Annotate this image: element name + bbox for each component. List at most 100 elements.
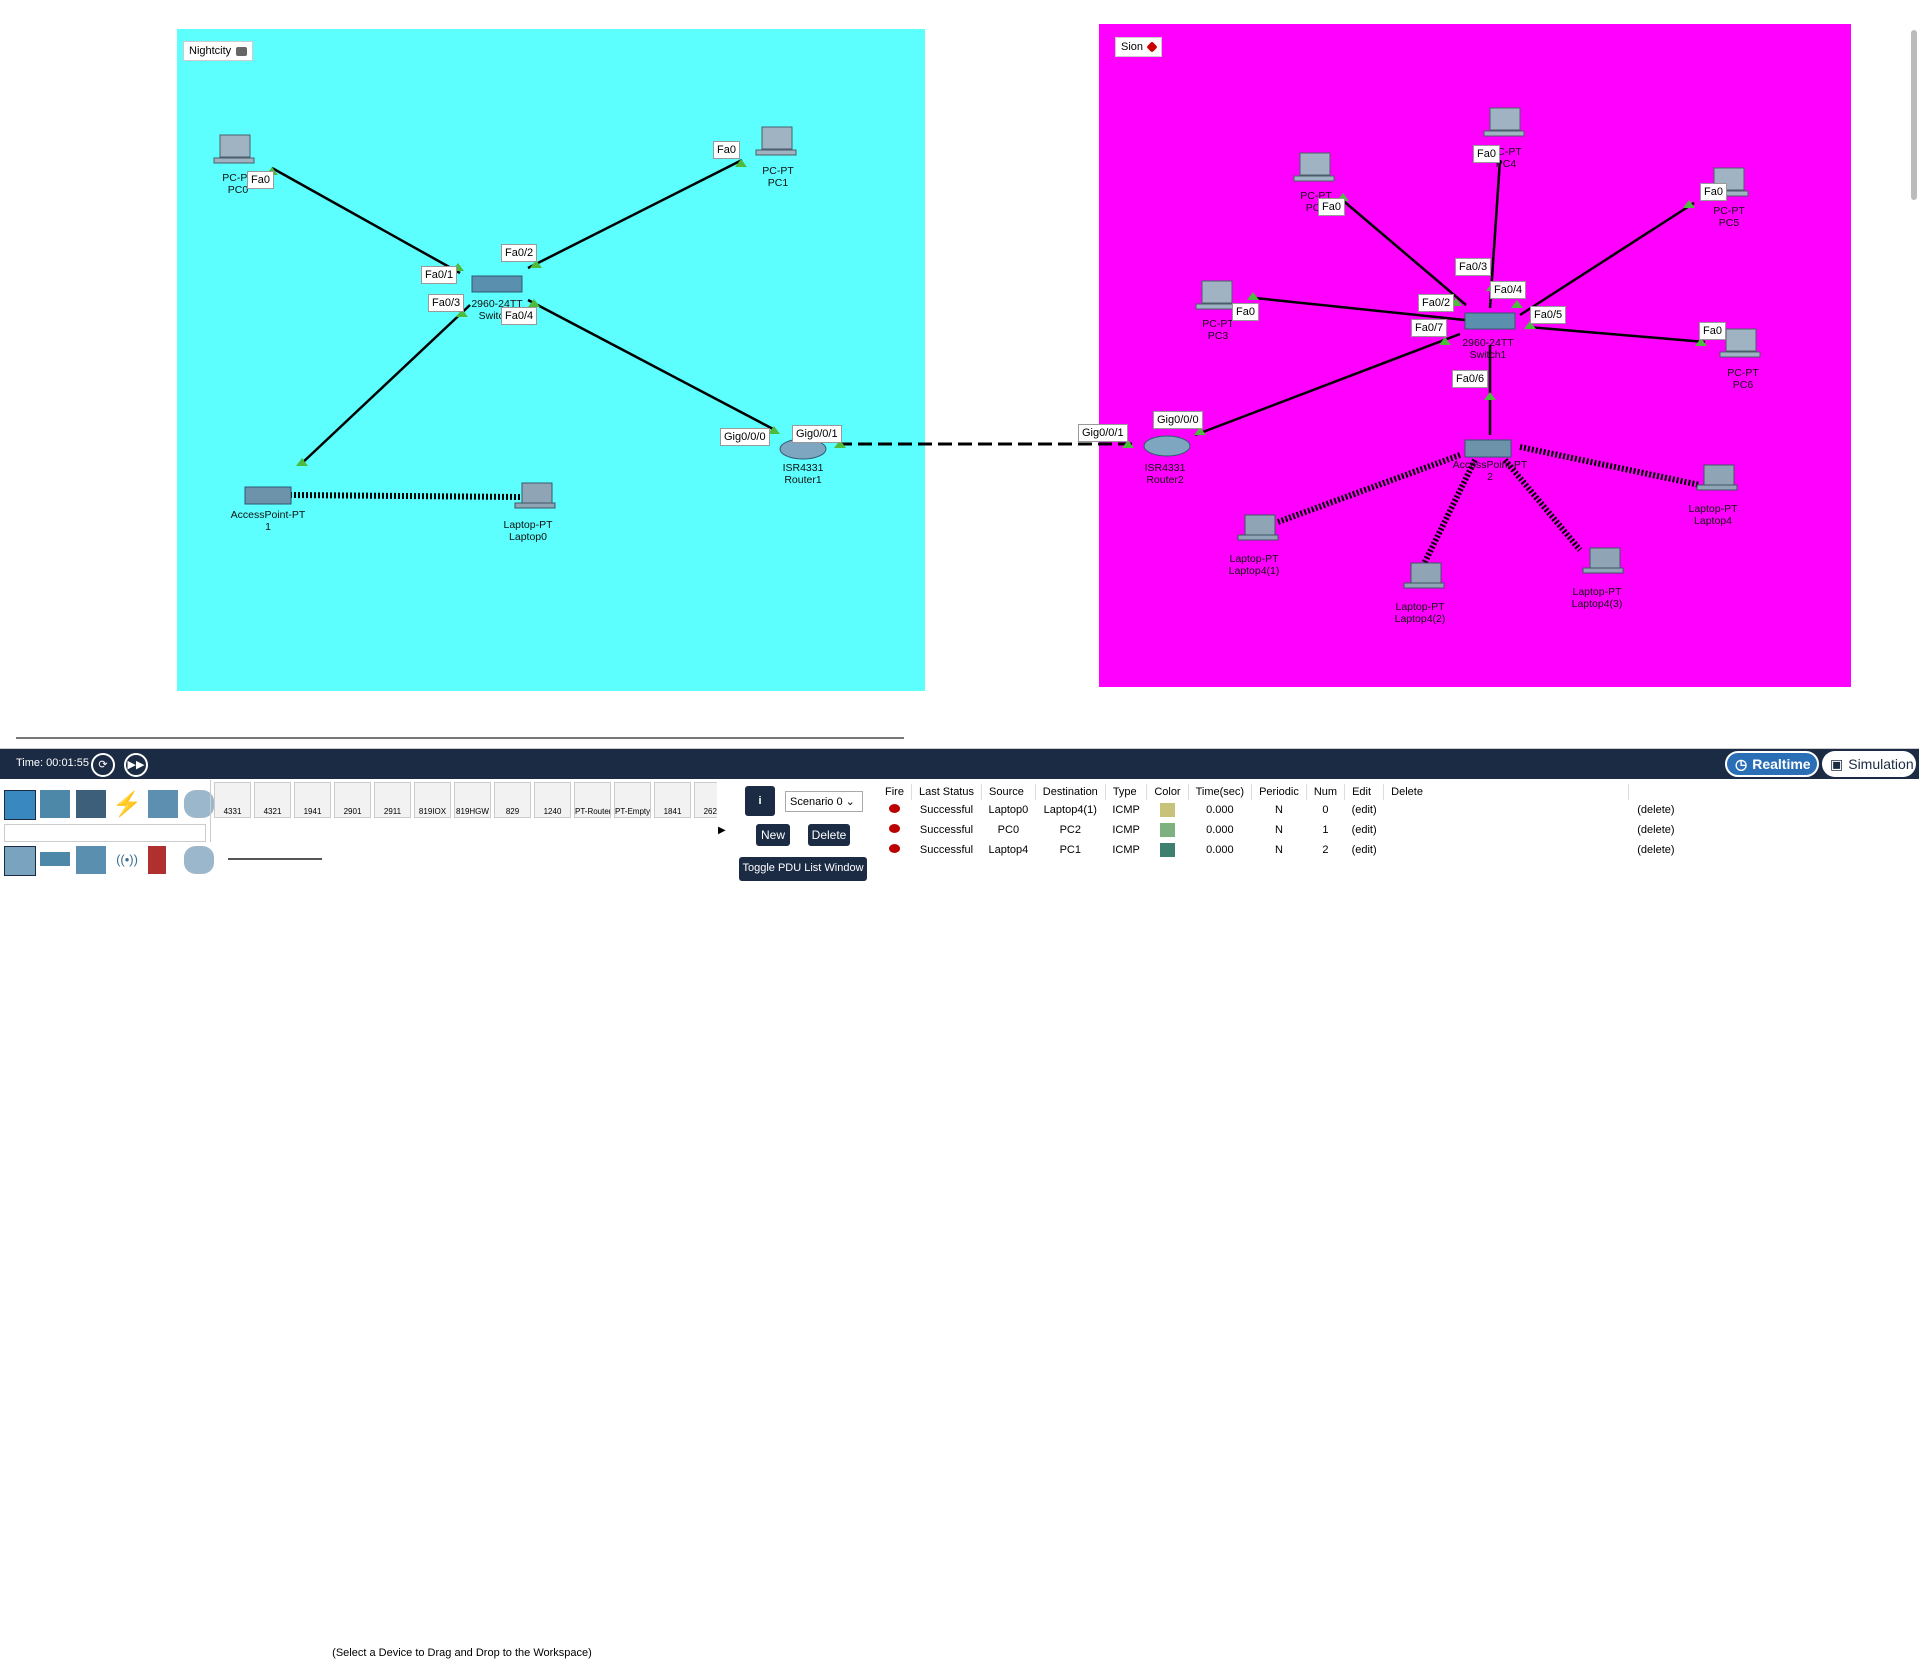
device-tile[interactable]: 2911	[374, 782, 411, 818]
pdu-table-header: Fire Last Status Source Destination Type…	[878, 784, 1684, 800]
device-layer	[213, 107, 1761, 589]
pdu-delete-link[interactable]: (delete)	[1629, 840, 1684, 860]
switches-subcategory-icon[interactable]	[40, 852, 70, 866]
delete-scenario-button[interactable]: Delete	[808, 824, 850, 846]
pdu-row[interactable]: Successful PC0 PC2 ICMP 0.000 N 1 (edit)…	[878, 820, 1683, 840]
end-devices-category-icon[interactable]	[40, 790, 70, 818]
laptop-icon	[514, 464, 1738, 589]
device-tile[interactable]: 4321	[254, 782, 291, 818]
pdu-color-swatch	[1159, 823, 1175, 837]
device-tile[interactable]: PT-Router	[574, 782, 611, 818]
port-label: Fa0	[713, 141, 740, 159]
port-label: Fa0/2	[1418, 294, 1455, 312]
pdu-info-button[interactable]: i	[745, 786, 775, 816]
pdu-color-swatch	[1159, 803, 1175, 817]
device-tile[interactable]: 1941	[294, 782, 331, 818]
device-tile[interactable]: 829	[494, 782, 531, 818]
device-tile[interactable]: 1240	[534, 782, 571, 818]
port-label: Fa0/7	[1411, 319, 1448, 337]
pdu-source: PC0	[997, 824, 1020, 836]
port-label: Fa0	[1232, 303, 1259, 321]
device-laptop4-2[interactable]: Laptop-PT Laptop4(2)	[1395, 601, 1446, 625]
device-laptop4[interactable]: Laptop-PT Laptop4	[1688, 503, 1737, 527]
fire-status-icon[interactable]	[889, 804, 901, 813]
power-cycle-button[interactable]: ⟳	[91, 753, 115, 777]
port-label: Fa0/3	[1455, 258, 1492, 276]
device-tile[interactable]: 4331	[214, 782, 251, 818]
device-tile[interactable]: PT-Empty	[614, 782, 651, 818]
device-router2[interactable]: ISR4331 Router2	[1145, 462, 1186, 486]
device-laptop4-1[interactable]: Laptop-PT Laptop4(1)	[1229, 553, 1280, 577]
port-label: Fa0/2	[501, 244, 538, 262]
port-label: Gig0/0/0	[1153, 411, 1203, 429]
port-label: Fa0/1	[421, 266, 458, 284]
connections-category-icon[interactable]: ⚡	[112, 790, 142, 818]
misc-category-icon[interactable]	[148, 790, 178, 818]
device-tile[interactable]: 2901	[334, 782, 371, 818]
logical-workspace[interactable]: Nightcity Sion PC-PT PC0 PC-PT PC1 2960-…	[0, 0, 1919, 749]
port-label: Fa0/3	[428, 294, 465, 312]
device-palette: 4331 4321 1941 2901 2911 819IOX 819HGW 8…	[210, 780, 717, 842]
wan-emulation-subcategory-icon[interactable]	[184, 846, 214, 874]
wireless-subcategory-icon[interactable]: ((•))	[112, 846, 142, 874]
chevron-down-icon: ⌄	[845, 796, 855, 808]
device-ap1[interactable]: AccessPoint-PT 1	[231, 509, 306, 533]
pdu-periodic: N	[1274, 824, 1283, 836]
pdu-num: 0	[1322, 804, 1329, 816]
pdu-delete-link[interactable]: (delete)	[1629, 800, 1684, 820]
network-devices-category-icon[interactable]	[4, 790, 36, 820]
port-label: Fa0/6	[1452, 370, 1489, 388]
device-router1[interactable]: ISR4331 Router1	[783, 462, 824, 486]
column-header: Destination	[1034, 784, 1106, 800]
simulation-mode-button[interactable]: ▣ Simulation	[1822, 751, 1916, 777]
device-pc6[interactable]: PC-PT PC6	[1727, 367, 1759, 391]
device-pc1[interactable]: PC-PT PC1	[762, 165, 794, 189]
pdu-color-swatch	[1159, 843, 1175, 857]
realtime-mode-button[interactable]: ◷ Realtime	[1725, 751, 1819, 777]
security-subcategory-icon[interactable]	[148, 846, 166, 874]
toggle-pdu-list-button[interactable]: Toggle PDU List Window	[739, 857, 867, 881]
components-category-icon[interactable]	[76, 790, 106, 818]
device-tile[interactable]: 1841	[654, 782, 691, 818]
pdu-delete-link[interactable]: (delete)	[1629, 820, 1684, 840]
routers-subcategory-icon[interactable]	[4, 846, 36, 876]
column-header: Time(sec)	[1187, 784, 1252, 800]
palette-collapse-arrow[interactable]: ▶	[718, 825, 726, 836]
pdu-status: Successful	[919, 824, 974, 836]
workspace-horizontal-scrollbar[interactable]	[16, 737, 904, 739]
category-search-field[interactable]	[4, 824, 206, 842]
device-laptop4-3[interactable]: Laptop-PT Laptop4(3)	[1572, 586, 1623, 610]
fire-status-icon[interactable]	[889, 824, 901, 833]
pdu-row[interactable]: Successful Laptop4 PC1 ICMP 0.000 N 2 (e…	[878, 840, 1683, 860]
scenario-select[interactable]: Scenario 0 ⌄	[785, 791, 863, 812]
column-header: Delete	[1383, 784, 1629, 800]
device-pc3[interactable]: PC-PT PC3	[1202, 318, 1234, 342]
time-display: Time: 00:01:55	[16, 757, 89, 769]
device-tile[interactable]: 819IOX	[414, 782, 451, 818]
switch-icon	[471, 275, 1516, 330]
port-label: Fa0	[1318, 198, 1345, 216]
pdu-edit-link[interactable]: (edit)	[1345, 820, 1384, 840]
fire-status-icon[interactable]	[889, 844, 901, 853]
pdu-time: 0.000	[1206, 804, 1234, 816]
fast-forward-button[interactable]: ▶▶	[124, 753, 148, 777]
palette-scrollbar[interactable]	[228, 858, 322, 860]
pdu-time: 0.000	[1206, 824, 1234, 836]
device-tile[interactable]: 2620	[694, 782, 717, 818]
device-pc5[interactable]: PC-PT PC5	[1713, 205, 1745, 229]
new-scenario-button[interactable]: New	[756, 824, 790, 846]
pdu-destination: PC1	[1059, 844, 1081, 856]
pdu-edit-link[interactable]: (edit)	[1345, 840, 1384, 860]
pdu-source: Laptop4	[988, 844, 1029, 856]
device-tile[interactable]: 819HGW	[454, 782, 491, 818]
device-switch1[interactable]: 2960-24TT Switch1	[1462, 337, 1513, 361]
pdu-row[interactable]: Successful Laptop0 Laptop4(1) ICMP 0.000…	[878, 800, 1683, 820]
column-header: Periodic	[1251, 784, 1307, 800]
workspace-vertical-scrollbar[interactable]	[1911, 30, 1917, 200]
column-header: Color	[1146, 784, 1189, 800]
pdu-edit-link[interactable]: (edit)	[1345, 800, 1384, 820]
device-ap2[interactable]: AccessPoint-PT 2	[1453, 459, 1528, 483]
device-laptop0[interactable]: Laptop-PT Laptop0	[503, 519, 552, 543]
clock-icon: ◷	[1735, 755, 1748, 772]
hubs-subcategory-icon[interactable]	[76, 846, 106, 874]
